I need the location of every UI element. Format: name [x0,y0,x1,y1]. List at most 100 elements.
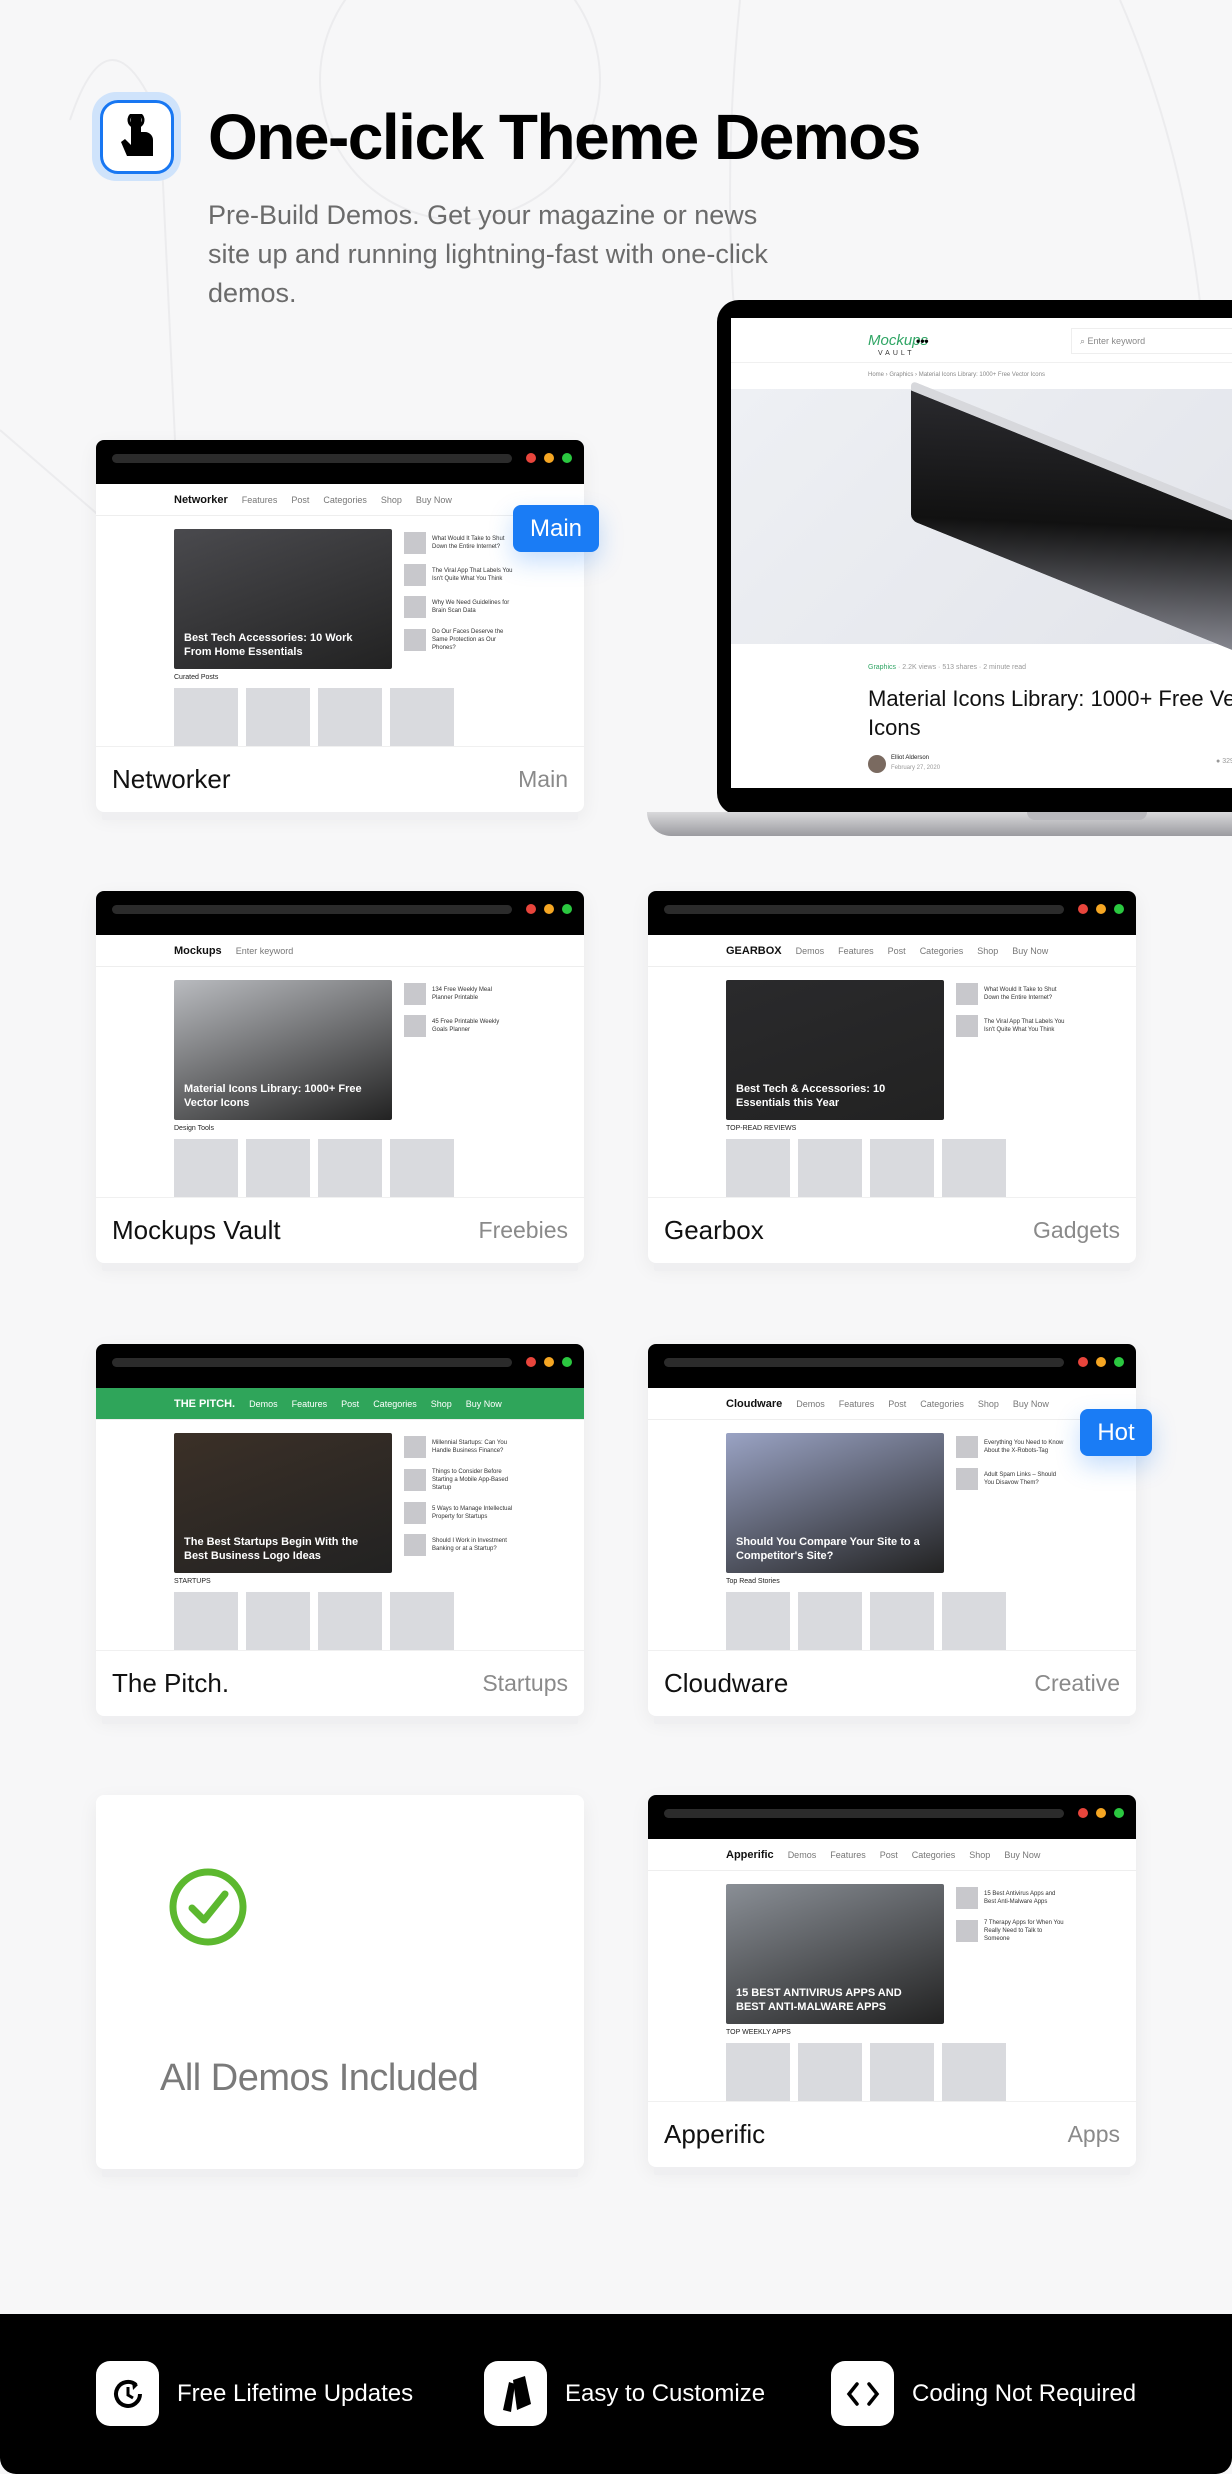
preview-side-list: 15 Best Antivirus Apps and Best Anti-Mal… [956,1887,1066,1953]
preview-nav-item: Enter keyword [235,945,294,956]
preview-section-title: Top Read Stories [726,1578,780,1585]
preview-nav-item: Buy Now [1012,1398,1049,1409]
preview-section-title: TOP WEEKLY APPS [726,2029,791,2036]
preview-nav: Cloudware Demos Features Post Categories Sho… [648,1388,1136,1420]
demo-card-networker[interactable]: Networker Features Post Categories Shop Buy … [96,440,584,812]
demo-preview: Apperific Demos Features Post Categories Sho… [648,1839,1136,2101]
demo-category: Gadgets [1033,1217,1120,1243]
browser-bar [96,1344,584,1388]
maximize-dot-icon [562,904,572,914]
minimize-dot-icon [544,904,554,914]
preview-nav-item: Features [291,1398,328,1409]
preview-nav-item: Shop [969,1849,991,1860]
preview-nav-item: Features [241,494,278,505]
demo-category: Freebies [478,1217,568,1243]
address-bar [112,454,512,463]
demo-name: Gearbox [664,1215,764,1245]
facebook-share[interactable]: ● 329 [1216,758,1232,765]
preview-hero: Material Icons Library: 1000+ Free Vecto… [174,980,392,1120]
preview-side-item: Millennial Startups: Can You Handle Busi… [432,1440,508,1454]
preview-thumbs [726,1592,1006,1650]
preview-side-item: 15 Best Antivirus Apps and Best Anti-Mal… [984,1891,1056,1905]
feature-label: Easy to Customize [565,2379,766,2407]
laptop-mockup: Mockups VAULT ••• ⌕ Enter keyword Home ›… [717,300,1232,815]
preview-logo: Apperific [726,1848,774,1861]
close-dot-icon [526,904,536,914]
preview-hero-title: Best Tech & Accessories: 10 Essentials t… [736,1083,886,1109]
update-clock-icon [96,2361,159,2426]
author-avatar [868,755,886,773]
minimize-dot-icon [1096,904,1106,914]
preview-logo: Cloudware [726,1397,783,1410]
address-bar [664,1809,1064,1818]
article-meta: Graphics · 2.2K views · 513 shares · 2 m… [868,664,1027,671]
demo-card-apperific[interactable]: Apperific Demos Features Post Categories Sho… [648,1795,1136,2167]
demo-card-cloudware[interactable]: Cloudware Demos Features Post Categories Sho… [648,1344,1136,1716]
maximize-dot-icon [562,453,572,463]
more-icon[interactable]: ••• [916,334,929,348]
demo-preview: Networker Features Post Categories Shop Buy … [96,484,584,746]
preview-nav-item: Categories [373,1398,417,1409]
preview-side-item: The Viral App That Labels You Isn't Quit… [984,1019,1065,1033]
demo-category: Apps [1067,2121,1120,2147]
preview-hero: 15 BEST ANTIVIRUS APPS AND BEST ANTI-MAL… [726,1884,944,2024]
demo-label: Networker Main [96,746,584,812]
demo-preview: GEARBOX Demos Features Post Categories Shop B… [648,935,1136,1197]
preview-logo: GEARBOX [726,944,782,957]
feature-label: Free Lifetime Updates [177,2379,414,2407]
preview-nav-item: Buy Now [465,1398,502,1409]
preview-nav-item: Demos [249,1398,278,1409]
minimize-dot-icon [1096,1357,1106,1367]
preview-side-item: 134 Free Weekly Meal Planner Printable [432,987,492,1001]
demo-name: Mockups Vault [112,1215,281,1245]
preview-hero: Best Tech & Accessories: 10 Essentials t… [726,980,944,1120]
demo-card-the-pitch[interactable]: THE PITCH. Demos Features Post Categories Sh… [96,1344,584,1716]
browser-bar [648,1795,1136,1839]
preview-hero: Should You Compare Your Site to a Compet… [726,1433,944,1573]
all-demos-label: All Demos Included [160,2057,479,2099]
preview-nav-item: Features [838,1398,875,1409]
preview-hero-title: Best Tech Accessories: 10 Work From Home… [184,632,353,658]
laptop-search-input[interactable]: ⌕ Enter keyword [1071,328,1232,354]
preview-hero-title: Should You Compare Your Site to a Compet… [736,1536,920,1562]
preview-nav-item: Post [879,1849,898,1860]
browser-bar [648,1344,1136,1388]
preview-logo: Networker [174,493,228,506]
preview-thumbs [174,1139,454,1197]
laptop-base [647,812,1232,836]
swatch-icon [484,2361,547,2426]
preview-hero: Best Tech Accessories: 10 Work From Home… [174,529,392,669]
address-bar [112,1358,512,1367]
demo-label: Gearbox Gadgets [648,1197,1136,1263]
preview-nav-item: Post [888,1398,907,1409]
preview-side-list: Millennial Startups: Can You Handle Busi… [404,1436,514,1566]
preview-nav-item: Demos [787,1849,817,1860]
preview-side-item: Everything You Need to Know About the X-… [984,1440,1064,1454]
close-dot-icon [526,1357,536,1367]
demo-card-mockups-vault[interactable]: Mockups Enter keyword Material Icons Lib… [96,891,584,1263]
demo-category: Main [518,766,568,792]
preview-nav: Mockups Enter keyword [96,935,584,967]
maximize-dot-icon [1114,1357,1124,1367]
demo-category: Startups [482,1670,568,1696]
preview-nav-item: Buy Now [1004,1849,1041,1860]
preview-hero-title: 15 BEST ANTIVIRUS APPS AND BEST ANTI-MAL… [736,1987,902,2013]
main-badge: Main [513,505,599,552]
preview-thumbs [174,688,454,746]
tap-hand-icon [92,92,181,181]
preview-section-title: Design Tools [174,1125,214,1132]
preview-nav-item: Categories [911,1849,956,1860]
preview-logo: THE PITCH. [174,1397,236,1410]
address-bar [112,905,512,914]
feature-customize: Easy to Customize [484,2361,765,2426]
page-title: One-click Theme Demos [208,101,921,173]
feature-free-updates: Free Lifetime Updates [96,2361,413,2426]
preview-side-list: What Would It Take to Shut Down the Enti… [956,983,1066,1047]
preview-nav-item: Categories [920,1398,964,1409]
browser-bar [648,891,1136,935]
preview-side-item: 7 Therapy Apps for When You Really Need … [984,1920,1064,1942]
demo-name: Apperific [664,2119,766,2149]
demo-card-gearbox[interactable]: GEARBOX Demos Features Post Categories Shop B… [648,891,1136,1263]
preview-section-title: Curated Posts [174,674,219,681]
demo-name: The Pitch. [112,1668,230,1698]
